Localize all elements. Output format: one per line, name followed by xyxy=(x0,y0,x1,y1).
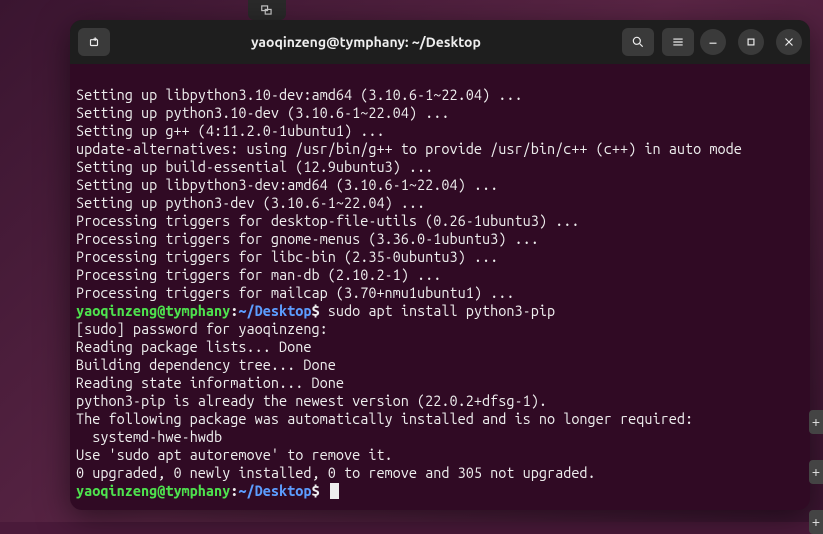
terminal-line: The following package was automatically … xyxy=(76,410,804,428)
prompt-user-host: yaoqinzeng@tymphany xyxy=(76,302,230,319)
dock-workspace-icon[interactable] xyxy=(248,0,286,20)
terminal-line: Building dependency tree... Done xyxy=(76,356,804,374)
terminal-line: Setting up libpython3.10-dev:amd64 (3.10… xyxy=(76,86,804,104)
side-indicator-group: + + + xyxy=(809,410,823,534)
new-tab-button[interactable] xyxy=(78,28,110,56)
maximize-icon xyxy=(744,35,758,49)
workspace-switcher-icon xyxy=(259,3,275,17)
terminal-line: Processing triggers for gnome-menus (3.3… xyxy=(76,230,804,248)
command-text: sudo apt install python3-pip xyxy=(320,302,555,319)
terminal-line: Processing triggers for mailcap (3.70+nm… xyxy=(76,284,804,302)
prompt-dollar: $ xyxy=(312,482,320,499)
prompt-dollar: $ xyxy=(312,302,320,319)
terminal-line: Setting up g++ (4:11.2.0-1ubuntu1) ... xyxy=(76,122,804,140)
search-button[interactable] xyxy=(622,28,654,56)
terminal-output[interactable]: Setting up libpython3.10-dev:amd64 (3.10… xyxy=(70,64,810,510)
search-icon xyxy=(631,35,645,49)
maximize-button[interactable] xyxy=(738,29,764,55)
terminal-line: Setting up python3-dev (3.10.6-1~22.04) … xyxy=(76,194,804,212)
side-indicator[interactable]: + xyxy=(809,410,823,434)
terminal-line: Processing triggers for man-db (2.10.2-1… xyxy=(76,266,804,284)
side-indicator[interactable]: + xyxy=(809,510,823,534)
terminal-window: yaoqinzeng@tymphany: ~/Desktop xyxy=(70,20,810,510)
window-titlebar: yaoqinzeng@tymphany: ~/Desktop xyxy=(70,20,810,64)
menu-button[interactable] xyxy=(662,28,694,56)
terminal-line: Reading state information... Done xyxy=(76,374,804,392)
terminal-line: update-alternatives: using /usr/bin/g++ … xyxy=(76,140,804,158)
terminal-line: Use 'sudo apt autoremove' to remove it. xyxy=(76,446,804,464)
terminal-line: [sudo] password for yaoqinzeng: xyxy=(76,320,804,338)
window-title: yaoqinzeng@tymphany: ~/Desktop xyxy=(116,34,616,50)
prompt-user-host: yaoqinzeng@tymphany xyxy=(76,482,230,499)
terminal-line: Setting up build-essential (12.9ubuntu3)… xyxy=(76,158,804,176)
terminal-line: systemd-hwe-hwdb xyxy=(76,428,804,446)
prompt-path: ~/Desktop xyxy=(238,482,311,499)
minimize-button[interactable] xyxy=(700,29,726,55)
terminal-line: Processing triggers for libc-bin (2.35-0… xyxy=(76,248,804,266)
prompt-path: ~/Desktop xyxy=(238,302,311,319)
terminal-line: Processing triggers for desktop-file-uti… xyxy=(76,212,804,230)
minimize-icon xyxy=(706,35,720,49)
terminal-cursor xyxy=(330,483,339,499)
new-tab-icon xyxy=(87,35,101,49)
terminal-line: python3-pip is already the newest versio… xyxy=(76,392,804,410)
side-indicator[interactable]: + xyxy=(809,460,823,484)
close-icon xyxy=(782,35,796,49)
hamburger-icon xyxy=(671,35,685,49)
close-button[interactable] xyxy=(776,29,802,55)
terminal-line: Setting up python3.10-dev (3.10.6-1~22.0… xyxy=(76,104,804,122)
terminal-line: Reading package lists... Done xyxy=(76,338,804,356)
terminal-line: 0 upgraded, 0 newly installed, 0 to remo… xyxy=(76,464,804,482)
terminal-line: Setting up libpython3-dev:amd64 (3.10.6-… xyxy=(76,176,804,194)
